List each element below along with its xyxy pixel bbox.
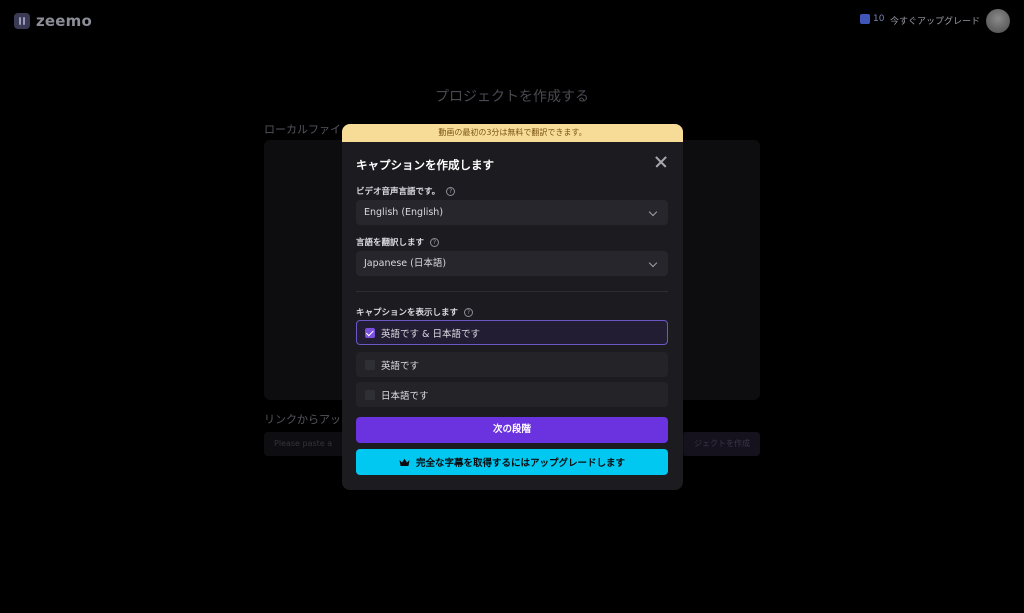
checkbox[interactable]	[365, 389, 375, 400]
chevron-down-icon	[648, 207, 658, 217]
audio-language-label-text: ビデオ音声言語です。	[356, 187, 441, 197]
audio-language-label: ビデオ音声言語です。 ?	[356, 185, 456, 197]
coin-icon	[860, 14, 870, 24]
translate-language-value: Japanese (日本語)	[364, 258, 447, 269]
caption-option-label: 英語です & 日本語です	[381, 328, 480, 340]
translate-language-select[interactable]: Japanese (日本語)	[356, 251, 668, 276]
upgrade-button[interactable]: 完全な字幕を取得するにはアップグレードします	[356, 449, 668, 475]
upgrade-now-link[interactable]: 今すぐアップグレード	[890, 14, 980, 27]
caption-option-japanese[interactable]: 日本語です	[356, 382, 668, 407]
audio-language-value: English (English)	[364, 207, 444, 218]
credits-badge[interactable]: 10	[860, 14, 884, 24]
credits-count: 10	[873, 14, 885, 24]
audio-language-select[interactable]: English (English)	[356, 200, 668, 225]
avatar[interactable]	[986, 9, 1010, 33]
chevron-down-icon	[648, 258, 658, 268]
upgrade-button-label: 完全な字幕を取得するにはアップグレードします	[415, 458, 625, 469]
zeemo-logo-icon	[14, 13, 30, 29]
help-icon[interactable]: ?	[446, 186, 456, 196]
create-project-button[interactable]: ジェクトを作成	[684, 432, 760, 456]
next-step-button[interactable]: 次の段階	[356, 417, 668, 443]
caption-option-bilingual[interactable]: 英語です & 日本語です	[356, 320, 668, 345]
modal-title: キャプションを作成します	[356, 158, 494, 172]
local-file-label: ローカルファイ	[264, 123, 341, 136]
link-upload-label: リンクからアッ	[264, 413, 341, 426]
create-captions-modal: 動画の最初の3分は無料で翻訳できます。 キャプションを作成します ビデオ音声言語…	[342, 124, 683, 490]
page-title: プロジェクトを作成する	[435, 89, 589, 105]
help-icon[interactable]: ?	[464, 307, 474, 317]
checkbox[interactable]	[365, 359, 375, 370]
caption-option-label: 英語です	[381, 360, 420, 372]
top-bar: zeemo 10 今すぐアップグレード	[0, 0, 1024, 44]
display-captions-label-text: キャプションを表示します	[356, 308, 459, 318]
help-icon[interactable]: ?	[430, 237, 440, 247]
display-captions-label: キャプションを表示します ?	[356, 306, 474, 318]
crown-icon	[399, 458, 410, 466]
logo-text: zeemo	[36, 12, 93, 30]
caption-option-english[interactable]: 英語です	[356, 352, 668, 377]
logo[interactable]: zeemo	[14, 12, 92, 30]
caption-option-label: 日本語です	[381, 390, 429, 402]
close-icon[interactable]	[653, 154, 669, 170]
checkbox-checked[interactable]	[365, 327, 375, 338]
translate-language-label-text: 言語を翻訳します	[356, 238, 425, 248]
free-trial-banner: 動画の最初の3分は無料で翻訳できます。	[342, 124, 683, 142]
divider	[356, 291, 668, 292]
translate-language-label: 言語を翻訳します ?	[356, 236, 440, 248]
